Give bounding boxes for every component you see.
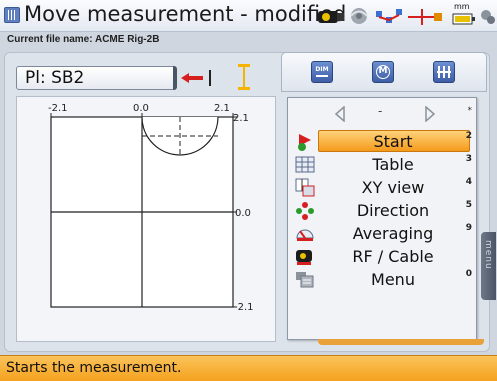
table-icon — [295, 156, 315, 173]
menu-side-tab-label: menu — [483, 240, 493, 270]
menu-item-label: RF / Cable — [352, 247, 434, 266]
camera-icon — [318, 11, 344, 23]
units-icon — [481, 10, 495, 24]
menu-page-indicator: - — [378, 104, 383, 118]
keypad-button[interactable] — [433, 61, 455, 83]
laser-icon — [408, 9, 442, 25]
menu-item-label: Start — [373, 132, 413, 151]
menu-item-key: 3 — [465, 154, 472, 164]
m-button-label: M — [378, 66, 388, 76]
battery-icon — [452, 13, 475, 25]
direction-icon — [296, 202, 314, 220]
status-bar: Starts the measurement. — [0, 355, 497, 381]
menu-item-table[interactable]: Table 3 — [288, 153, 478, 176]
menu-item-key: 0 — [465, 269, 472, 279]
menu-side-tab[interactable]: menu — [481, 232, 496, 300]
title-bar: Move measurement - modified mm — [0, 0, 497, 32]
plane-selector[interactable]: Pl: SB2 — [16, 66, 177, 90]
position-bar — [209, 70, 211, 86]
units-label: mm — [454, 2, 470, 11]
yellow-marker-icon — [238, 64, 250, 90]
next-page-icon[interactable] — [424, 106, 436, 122]
y-tick-label: 2.1 — [233, 113, 249, 124]
measurement-plot: -2.1 0.0 2.1 2.1 0.0 -2.1 — [48, 103, 254, 313]
menu-bottom-bar — [318, 339, 484, 345]
menu-nav: - * — [288, 104, 478, 124]
red-arrow-left-icon — [181, 73, 203, 83]
status-message: Starts the measurement. — [6, 360, 182, 376]
dim-button[interactable]: DIM — [311, 61, 333, 83]
m-button[interactable]: M — [372, 61, 394, 83]
start-flag-icon — [298, 134, 311, 151]
y-tick-label: -2.1 — [234, 302, 254, 313]
menu-item-label: Direction — [356, 201, 430, 220]
rf-cable-icon — [296, 250, 312, 265]
menu-item-menu[interactable]: Menu 0 — [288, 268, 478, 291]
prev-page-icon[interactable] — [334, 106, 346, 122]
menu-item-direction[interactable]: Direction 5 — [288, 199, 478, 222]
menu-item-start[interactable]: Start 2 — [288, 130, 478, 153]
y-tick-label: 0.0 — [235, 208, 251, 219]
menu-item-xy-view[interactable]: XY view 4 — [288, 176, 478, 199]
menu-item-rf-cable[interactable]: RF / Cable — [288, 245, 478, 268]
context-menu: - * Start 2 Table 3 XY view 4 Direction … — [287, 97, 477, 340]
nav-key-label: * — [467, 106, 473, 116]
menu-item-key: 4 — [465, 177, 472, 187]
menu-item-key: 2 — [465, 131, 472, 141]
x-tick-label: 0.0 — [133, 103, 149, 114]
menu-item-key: 5 — [465, 200, 472, 210]
app-icon — [4, 7, 20, 23]
xy-view-icon — [295, 178, 315, 197]
menu-toolbar: DIM M — [281, 52, 487, 92]
menu-item-label: Table — [372, 155, 414, 174]
sensor-icon — [350, 8, 368, 24]
plane-selector-value: Pl: SB2 — [25, 68, 85, 88]
current-file-label: Current file name: ACME Rig-2B — [7, 34, 160, 45]
keypad-icon — [437, 66, 451, 78]
status-icon-bar: mm — [316, 2, 497, 29]
menu-item-key: 9 — [465, 223, 472, 233]
menu-item-label: Averaging — [352, 224, 434, 243]
menu-item-averaging[interactable]: Averaging 9 — [288, 222, 478, 245]
chart-frame: -2.1 0.0 2.1 2.1 0.0 -2.1 — [16, 96, 276, 342]
window-title: Move measurement - modified — [24, 2, 347, 26]
x-tick-label: 2.1 — [214, 103, 230, 114]
menu-item-label: XY view — [361, 178, 425, 197]
menu-item-label: Menu — [371, 270, 415, 289]
dim-button-label: DIM — [315, 66, 329, 73]
averaging-icon — [296, 229, 314, 241]
menu-icon — [296, 272, 314, 288]
x-tick-label: -2.1 — [48, 103, 68, 114]
network-icon — [376, 9, 402, 23]
